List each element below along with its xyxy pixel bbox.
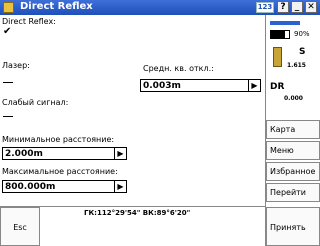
window-title: Direct Reflex — [20, 1, 93, 12]
max-distance-label: Максимальное расстояние: — [2, 167, 118, 176]
help-button[interactable]: ? — [277, 1, 289, 13]
min-distance-label: Минимальное расстояние: — [2, 135, 115, 144]
battery-icon — [270, 30, 290, 39]
gps-receiver-icon — [273, 47, 282, 67]
max-distance-field[interactable]: 800.000m ▶ — [2, 180, 127, 193]
title-bar: Direct Reflex 123 ? _ ✕ — [0, 0, 320, 15]
sd-label: Средн. кв. откл.: — [143, 64, 214, 73]
laser-label: Лазер: — [2, 61, 30, 70]
direct-reflex-label: Direct Reflex: — [2, 17, 56, 26]
weak-signal-label: Слабый сигнал: — [2, 98, 69, 107]
min-distance-field[interactable]: 2.000m ▶ — [2, 147, 127, 160]
dr-value: 0.000 — [284, 95, 303, 102]
max-distance-value: 800.000m — [5, 182, 56, 192]
battery-text: 90% — [294, 30, 310, 38]
map-button[interactable]: Карта — [266, 120, 320, 139]
app-logo-icon — [3, 2, 14, 13]
progress-bar-icon — [270, 21, 300, 25]
direct-reflex-checkbox[interactable]: ✔ — [3, 27, 13, 37]
favorites-button[interactable]: Избранное — [266, 162, 320, 181]
accept-button[interactable]: Принять — [266, 207, 320, 246]
satellite-value: 1.615 — [287, 62, 306, 69]
angle-readout: ГК:112°29'54" ВК:89°6'20" — [84, 209, 191, 217]
goto-button[interactable]: Перейти — [266, 183, 320, 202]
laser-checkbox[interactable] — [3, 73, 13, 83]
min-distance-value: 2.000m — [5, 149, 43, 159]
minimize-button[interactable]: _ — [291, 1, 303, 13]
satellite-text: S — [299, 47, 306, 57]
min-distance-arrow-icon[interactable]: ▶ — [114, 148, 126, 159]
sd-arrow-icon[interactable]: ▶ — [248, 80, 260, 91]
menu-button[interactable]: Меню — [266, 141, 320, 160]
max-distance-arrow-icon[interactable]: ▶ — [114, 181, 126, 192]
weak-signal-checkbox[interactable] — [3, 107, 13, 117]
sd-value: 0.003m — [143, 81, 181, 91]
input-mode-badge[interactable]: 123 — [256, 2, 274, 13]
dr-icon: DR — [270, 82, 285, 92]
sd-field[interactable]: 0.003m ▶ — [140, 79, 261, 92]
close-button[interactable]: ✕ — [305, 1, 317, 13]
esc-button[interactable]: Esc — [0, 207, 40, 246]
